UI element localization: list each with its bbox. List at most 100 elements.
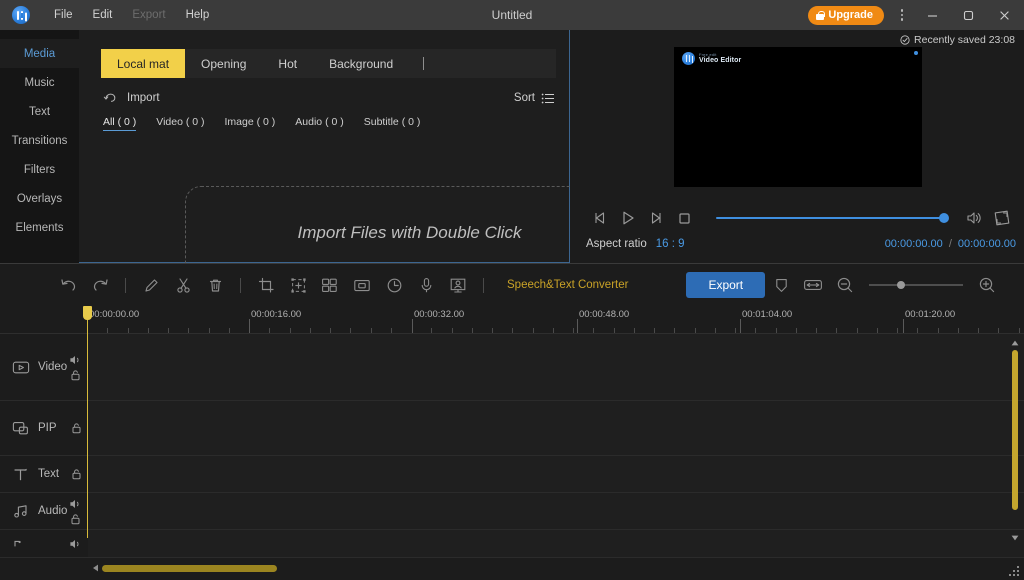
minimize-icon[interactable] (914, 0, 950, 30)
horizontal-scrollbar-thumb[interactable] (102, 564, 277, 572)
sort-button[interactable]: Sort (514, 92, 555, 105)
marker-shield-icon[interactable] (765, 264, 797, 306)
sidebar-item-filters[interactable]: Filters (0, 155, 79, 184)
play-icon[interactable] (614, 205, 642, 231)
preview-status-dot (914, 51, 918, 55)
track-volume-icon[interactable] (69, 498, 82, 510)
timeline-tracks: Video PIP Text Audio (0, 334, 1024, 566)
mosaic-icon[interactable] (314, 264, 346, 306)
fit-timeline-icon[interactable] (797, 264, 829, 306)
track-row-record[interactable] (0, 530, 1024, 558)
zoom-in-icon[interactable] (971, 264, 1003, 306)
ruler-minor-tick (614, 328, 615, 333)
filter-video[interactable]: Video ( 0 ) (156, 116, 204, 130)
track-volume-icon[interactable] (69, 354, 82, 366)
split-scissors-icon[interactable] (167, 264, 199, 306)
track-lane[interactable] (88, 334, 1024, 400)
track-lane[interactable] (88, 456, 1024, 492)
track-row-audio[interactable]: Audio (0, 493, 1024, 530)
previous-frame-icon[interactable] (586, 205, 614, 231)
edit-pencil-icon[interactable] (135, 264, 167, 306)
filter-audio[interactable]: Audio ( 0 ) (295, 116, 343, 130)
check-circle-icon (900, 35, 910, 45)
vertical-scrollbar-thumb[interactable] (1012, 350, 1018, 510)
timeline-playhead[interactable] (83, 306, 92, 538)
track-lane[interactable] (88, 530, 1024, 557)
voiceover-mic-icon[interactable] (410, 264, 442, 306)
menu-file[interactable]: File (44, 5, 83, 25)
track-header-record (0, 530, 88, 557)
sidebar-item-elements[interactable]: Elements (0, 213, 79, 242)
track-lock-icon[interactable] (70, 513, 81, 525)
ruler-tick-label: 00:00:00.00 (89, 309, 140, 320)
ruler-minor-tick (229, 328, 230, 333)
menu-help[interactable]: Help (176, 5, 220, 25)
track-header-pip: PIP (0, 401, 88, 455)
track-row-text[interactable]: Text (0, 456, 1024, 493)
ruler-minor-tick (958, 328, 959, 333)
redo-icon[interactable] (84, 264, 116, 306)
ruler-tick-label: 00:01:20.00 (905, 309, 956, 320)
track-row-pip[interactable]: PIP (0, 401, 1024, 456)
ruler-major-tick (577, 319, 578, 333)
timeline-ruler[interactable]: 00:00:00.00 00:00:16.00 00:00:32.00 00:0… (0, 306, 1024, 334)
import-label: Import (127, 92, 160, 104)
crop-icon[interactable] (250, 264, 282, 306)
fullscreen-icon[interactable] (988, 205, 1016, 231)
timeline-vertical-scrollbar[interactable] (1010, 338, 1020, 556)
import-button[interactable]: Import (103, 91, 160, 106)
playhead-handle[interactable] (83, 306, 92, 320)
track-lane[interactable] (88, 493, 1024, 529)
kebab-menu-icon[interactable] (890, 0, 914, 30)
ruler-major-tick (249, 319, 250, 333)
scroll-down-icon[interactable] (1010, 533, 1020, 542)
delete-trash-icon[interactable] (199, 264, 231, 306)
sidebar-item-music[interactable]: Music (0, 68, 79, 97)
filter-image[interactable]: Image ( 0 ) (225, 116, 276, 130)
timeline-horizontal-scrollbar[interactable] (88, 562, 998, 574)
volume-icon[interactable] (960, 205, 988, 231)
sidebar-item-media[interactable]: Media (0, 39, 79, 68)
tab-hot[interactable]: Hot (262, 49, 313, 78)
track-header-text: Text (0, 456, 88, 492)
next-frame-icon[interactable] (642, 205, 670, 231)
close-icon[interactable] (986, 0, 1022, 30)
filter-subtitle[interactable]: Subtitle ( 0 ) (364, 116, 421, 130)
playback-progress-slider[interactable] (716, 212, 949, 224)
sidebar-item-text[interactable]: Text (0, 97, 79, 126)
title-bar: File Edit Export Help Untitled Upgrade (0, 0, 1024, 30)
menu-edit[interactable]: Edit (83, 5, 123, 25)
pip-overlay-icon[interactable] (346, 264, 378, 306)
menu-bar: File Edit Export Help (44, 5, 219, 25)
tab-local-mat[interactable]: Local mat (101, 49, 186, 78)
speech-text-converter-button[interactable]: Speech&Text Converter (507, 279, 628, 291)
add-frame-icon[interactable] (282, 264, 314, 306)
stop-icon[interactable] (670, 205, 698, 231)
zoom-out-icon[interactable] (829, 264, 861, 306)
export-button[interactable]: Export (686, 272, 766, 298)
sidebar-item-overlays[interactable]: Overlays (0, 184, 79, 213)
maximize-icon[interactable] (950, 0, 986, 30)
undo-icon[interactable] (52, 264, 84, 306)
track-lock-icon[interactable] (70, 369, 81, 381)
tab-opening[interactable]: Opening (185, 49, 262, 78)
track-lane[interactable] (88, 401, 1024, 455)
green-screen-icon[interactable] (442, 264, 474, 306)
scroll-up-icon[interactable] (1010, 338, 1020, 347)
aspect-ratio-value[interactable]: 16 : 9 (656, 238, 685, 250)
track-lock-icon[interactable] (71, 468, 82, 480)
upgrade-button[interactable]: Upgrade (808, 5, 884, 25)
filter-all[interactable]: All ( 0 ) (103, 116, 137, 131)
track-lock-icon[interactable] (71, 422, 82, 434)
track-volume-icon[interactable] (69, 538, 82, 550)
sidebar-item-transitions[interactable]: Transitions (0, 126, 79, 155)
video-editor-window: File Edit Export Help Untitled Upgrade M… (0, 0, 1024, 580)
speed-clock-icon[interactable] (378, 264, 410, 306)
timeline-zoom-slider[interactable] (869, 278, 964, 292)
tab-background[interactable]: Background (313, 49, 409, 78)
resize-grip-icon[interactable] (1009, 566, 1020, 577)
ruler-major-tick (412, 319, 413, 333)
video-preview-canvas[interactable]: Free edit Video Editor (674, 47, 922, 187)
track-row-video[interactable]: Video (0, 334, 1024, 401)
scroll-left-icon[interactable] (88, 564, 102, 572)
